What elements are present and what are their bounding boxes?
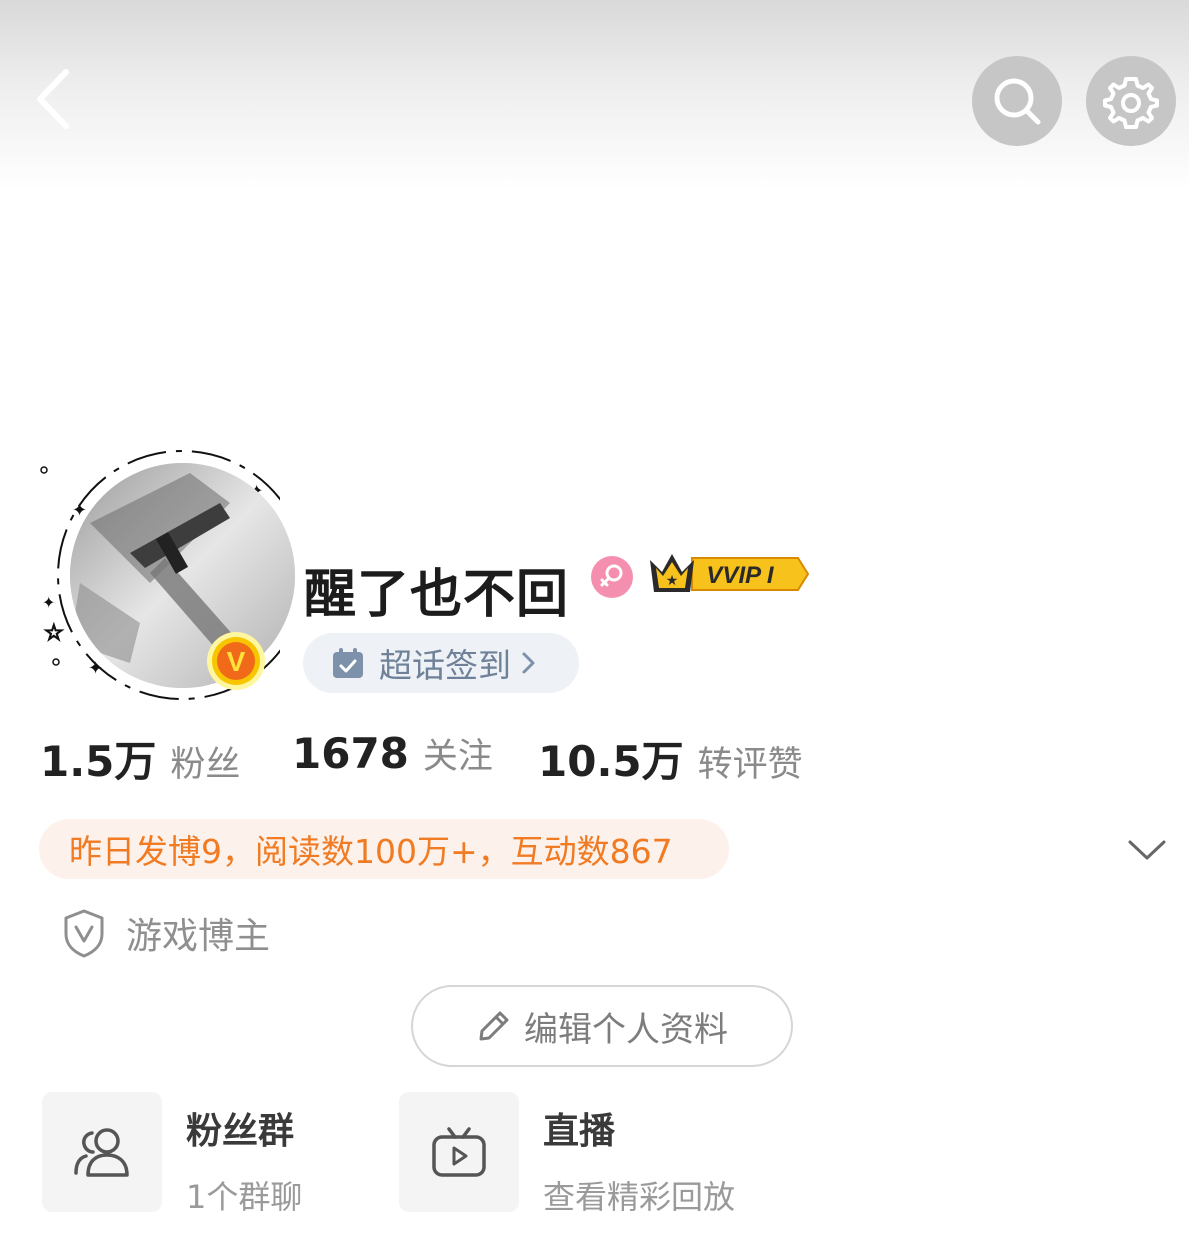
svg-text:✦: ✦: [42, 593, 55, 612]
stat-interactions[interactable]: 10.5万 转评赞: [538, 728, 803, 789]
svg-text:VVIP I: VVIP I: [706, 562, 774, 589]
live-title: 直播: [543, 1111, 616, 1152]
gear-icon: [1103, 77, 1159, 129]
pencil-icon: [479, 1011, 509, 1041]
female-icon: [591, 556, 633, 598]
fan-group-title: 粉丝群: [186, 1111, 295, 1152]
creator-tag[interactable]: 游戏博主: [62, 905, 270, 961]
expand-button[interactable]: [1126, 834, 1168, 864]
back-button[interactable]: [28, 64, 78, 134]
search-button[interactable]: [972, 56, 1062, 146]
calendar-check-icon: [333, 648, 363, 678]
stats-row: 1.5万 粉丝 1678 关注 10.5万 转评赞: [0, 728, 1189, 788]
checkin-label: 超话签到: [379, 646, 511, 685]
stat-following[interactable]: 1678 关注: [292, 728, 493, 779]
verified-v-icon: V: [207, 632, 265, 690]
svg-text:V: V: [227, 646, 246, 677]
live-subtitle: 查看精彩回放: [543, 1178, 736, 1216]
group-icon: [74, 1128, 129, 1177]
verified-badge: V: [206, 631, 266, 691]
stat-label: 粉丝: [170, 745, 241, 785]
vvip-badge[interactable]: ★ VVIP I: [648, 548, 810, 600]
fan-group-card[interactable]: 粉丝群 1个群聊: [42, 1092, 302, 1216]
fan-group-subtitle: 1个群聊: [186, 1178, 303, 1216]
activity-summary-text: 昨日发博9，阅读数100万+，互动数867: [69, 832, 673, 871]
shield-v-icon: [64, 909, 104, 958]
chevron-right-icon: [522, 652, 535, 674]
edit-profile-label: 编辑个人资料: [524, 1009, 728, 1050]
fan-group-icon-box: [42, 1092, 162, 1212]
username: 醒了也不回: [304, 565, 570, 625]
chevron-left-icon: [37, 69, 69, 129]
stat-followers[interactable]: 1.5万 粉丝: [40, 728, 240, 789]
stat-label: 关注: [422, 737, 493, 777]
tv-icon: [432, 1127, 486, 1177]
crown-icon: ★ VVIP I: [650, 554, 810, 592]
live-card[interactable]: 直播 查看精彩回放: [399, 1092, 735, 1216]
edit-profile-button[interactable]: 编辑个人资料: [411, 985, 793, 1067]
avatar-frame[interactable]: ✦ ✦ ✦ ✦ ☆ ✦: [30, 450, 295, 700]
svg-text:☆: ☆: [44, 621, 64, 646]
stat-value: 1678: [292, 729, 409, 778]
settings-button[interactable]: [1086, 56, 1176, 146]
creator-tag-label: 游戏博主: [126, 916, 271, 957]
stat-value: 1.5万: [40, 737, 157, 786]
chevron-down-icon: [1128, 840, 1166, 860]
activity-summary[interactable]: 昨日发博9，阅读数100万+，互动数867: [39, 819, 729, 879]
search-icon: [994, 78, 1041, 125]
live-icon-box: [399, 1092, 519, 1212]
stat-label: 转评赞: [697, 745, 803, 785]
svg-text:✦: ✦: [88, 658, 103, 679]
topic-checkin-button[interactable]: 超话签到: [303, 633, 579, 693]
svg-text:★: ★: [666, 573, 679, 589]
stat-value: 10.5万: [538, 737, 684, 786]
